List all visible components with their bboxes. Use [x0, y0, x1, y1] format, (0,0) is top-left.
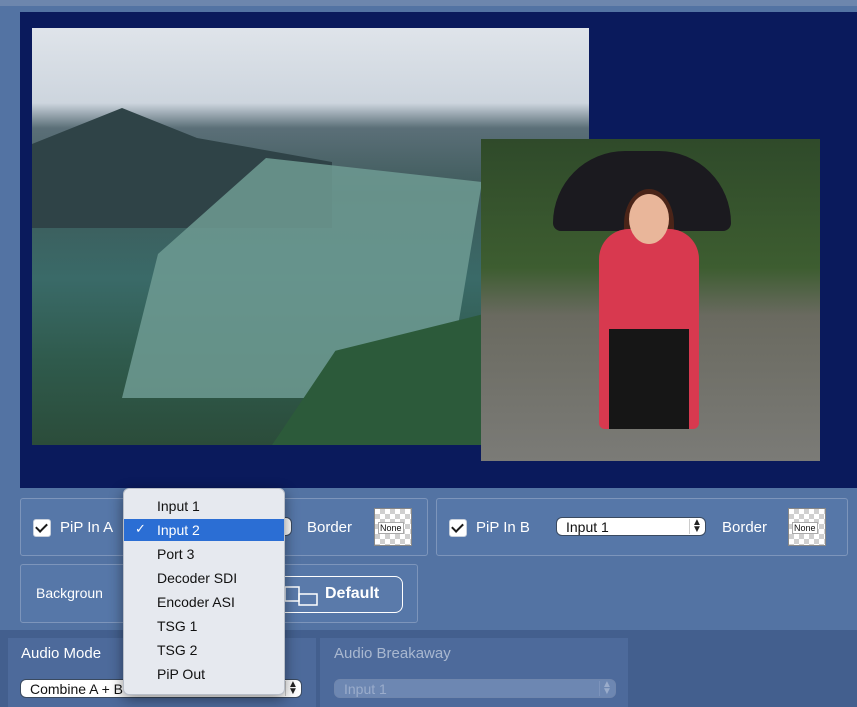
pip-video-frame	[481, 139, 820, 461]
pip-b-border-label: Border	[722, 519, 768, 536]
chevron-updown-icon: ▲ ▼	[599, 680, 614, 697]
menu-item-tsg-1[interactable]: TSG 1	[124, 615, 284, 637]
pip-b-selected-input: Input 1	[566, 519, 609, 535]
checkmark-icon: ✓	[135, 521, 146, 536]
top-border	[0, 0, 857, 6]
pip-a-input-dropdown-menu: Input 1 ✓ Input 2 Port 3 Decoder SDI Enco…	[123, 488, 285, 695]
chevron-updown-icon: ▲ ▼	[689, 518, 704, 535]
pip-a-checkbox[interactable]	[33, 519, 51, 537]
pip-a-border-swatch[interactable]: None	[374, 508, 412, 546]
audio-mode-label: Audio Mode	[21, 645, 102, 662]
background-label: Backgroun	[36, 585, 103, 601]
pip-b-checkbox[interactable]	[449, 519, 467, 537]
chevron-updown-icon: ▲ ▼	[285, 680, 300, 697]
menu-item-input-1[interactable]: Input 1	[124, 495, 284, 517]
menu-item-port-3[interactable]: Port 3	[124, 543, 284, 565]
menu-item-decoder-sdi[interactable]: Decoder SDI	[124, 567, 284, 589]
pip-b-input-select[interactable]: Input 1 ▲ ▼	[556, 517, 706, 536]
layers-icon	[284, 586, 318, 606]
pip-a-border-label: Border	[307, 519, 353, 536]
audio-breakaway-select[interactable]: Input 1 ▲ ▼	[334, 679, 616, 698]
pip-a-label: PiP In A	[60, 519, 114, 536]
menu-item-pip-out[interactable]: PiP Out	[124, 663, 284, 685]
background-default-button[interactable]: Default	[272, 576, 403, 613]
menu-item-encoder-asi[interactable]: Encoder ASI	[124, 591, 284, 613]
menu-item-tsg-2[interactable]: TSG 2	[124, 639, 284, 661]
audio-breakaway-label: Audio Breakaway	[334, 645, 451, 662]
pip-b-label: PiP In B	[476, 519, 530, 536]
menu-item-input-2[interactable]: ✓ Input 2	[124, 519, 284, 541]
pip-b-border-swatch[interactable]: None	[788, 508, 826, 546]
